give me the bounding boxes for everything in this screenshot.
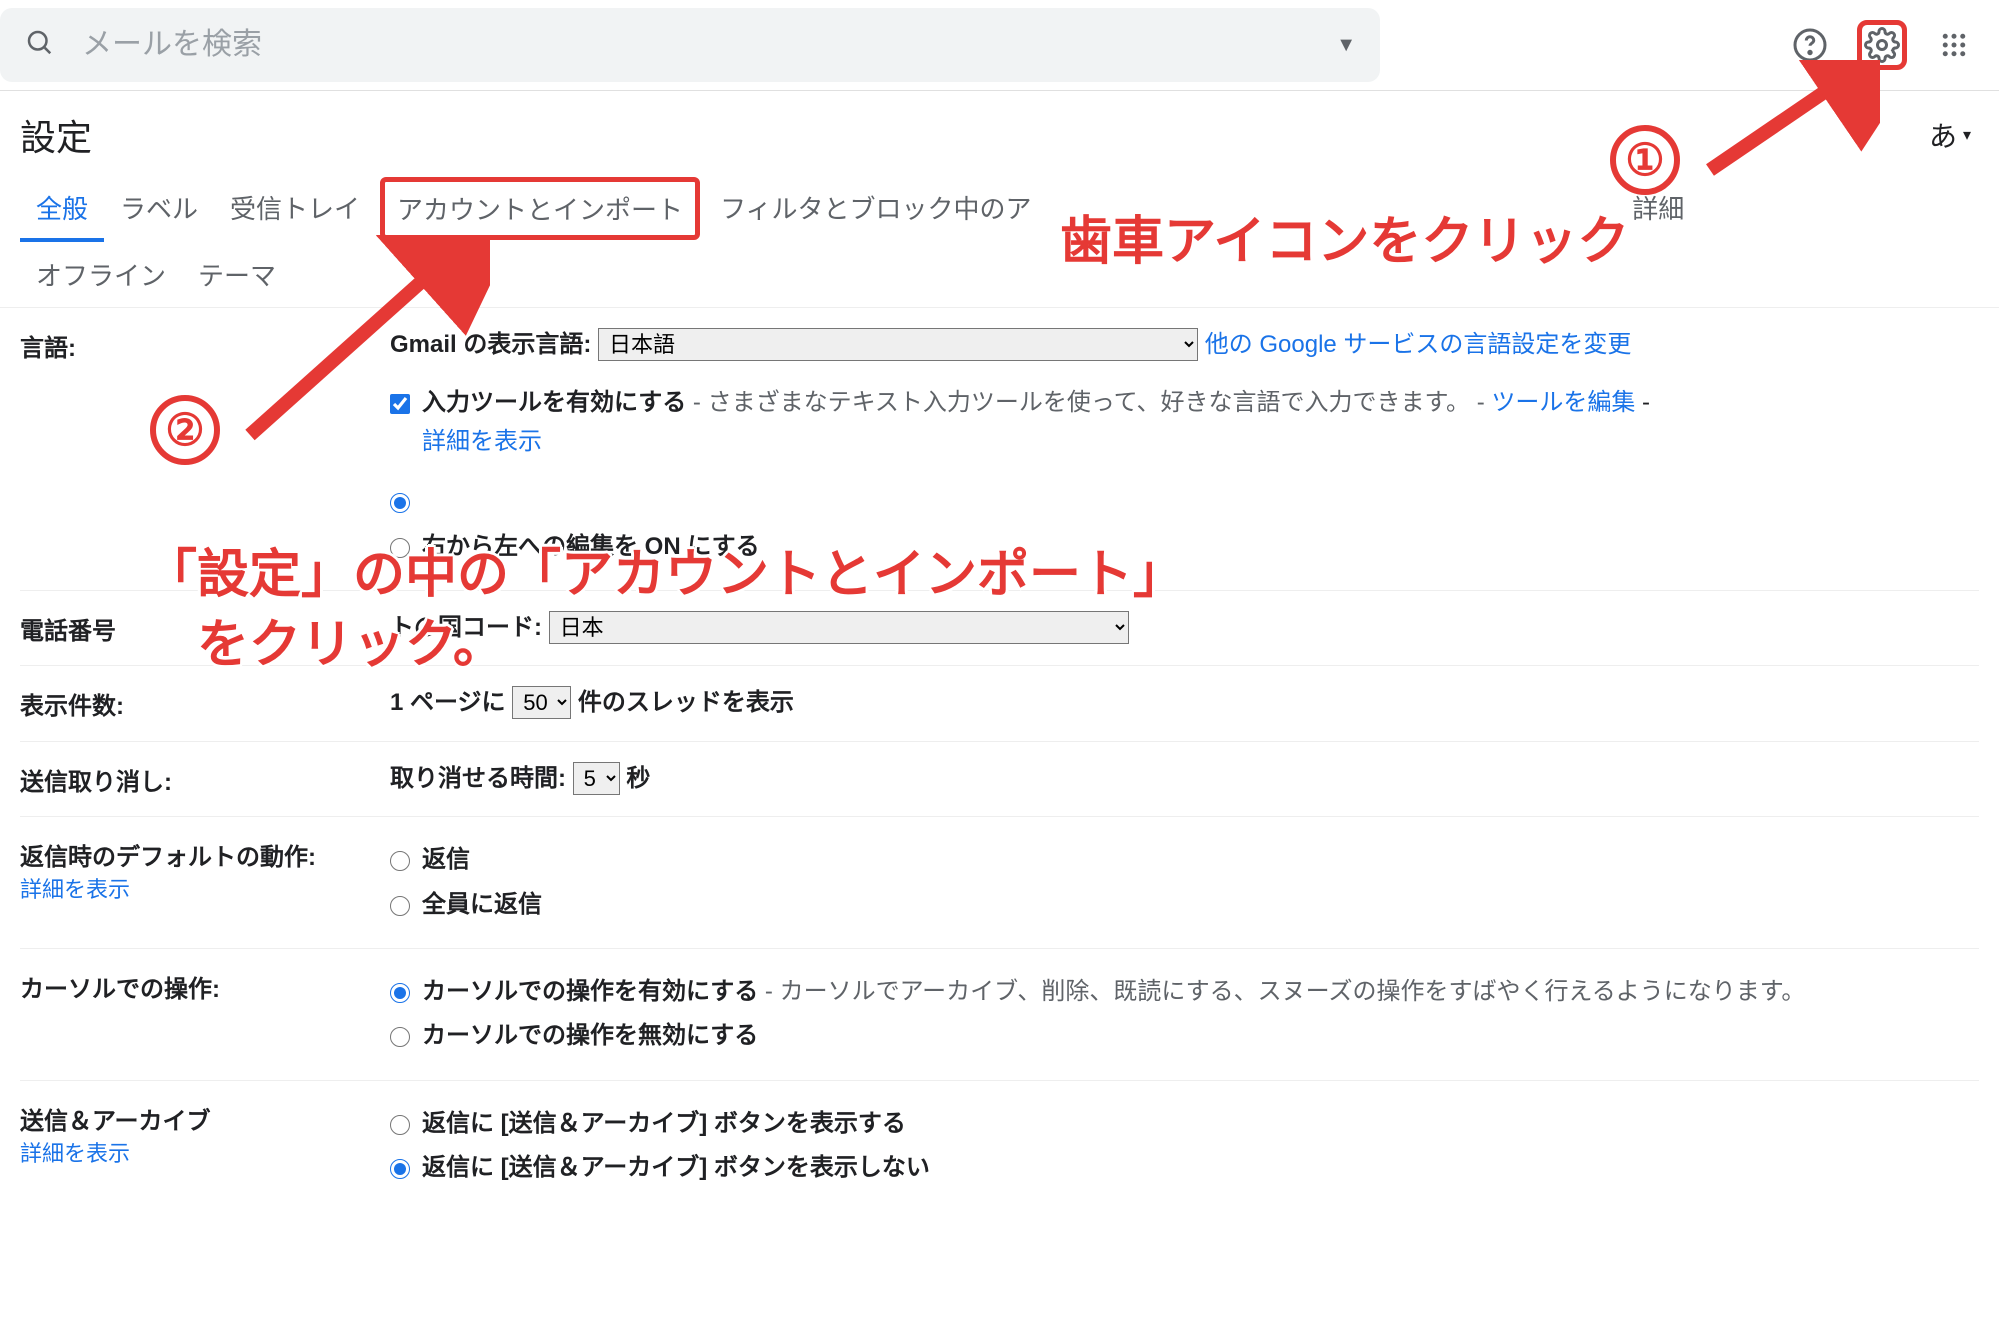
rtl-on-label: 右から左への編集を ON にする <box>422 528 760 566</box>
tab-filters[interactable]: フィルタとブロック中のア <box>704 175 1047 242</box>
row-phone: 電話番号 トの国コード: 日本 <box>20 591 1979 666</box>
hover-enable-label: カーソルでの操作を有効にする <box>422 978 758 1005</box>
country-code-select[interactable]: 日本 <box>549 611 1129 644</box>
undo-send-after: 秒 <box>626 765 650 792</box>
tab-general[interactable]: 全般 <box>20 175 104 242</box>
row-send-archive-label: 送信＆アーカイブ 詳細を表示 <box>20 1099 390 1168</box>
display-language-label: Gmail の表示言語: <box>390 331 591 358</box>
input-method-indicator[interactable]: あ ▾ <box>1929 115 1971 155</box>
undo-send-before: 取り消せる時間: <box>390 765 566 792</box>
send-archive-details-link[interactable]: 詳細を表示 <box>20 1141 130 1166</box>
apps-grid-icon[interactable] <box>1929 20 1979 70</box>
chevron-down-icon: ▾ <box>1963 125 1971 145</box>
display-language-select[interactable]: 日本語 <box>598 328 1198 361</box>
tab-advanced[interactable]: 詳細 <box>1616 175 1700 242</box>
settings-gear-button[interactable] <box>1857 20 1907 70</box>
country-code-label: トの国コード: <box>390 614 542 641</box>
settings-panel: 言語: Gmail の表示言語: 日本語 他の Google サービスの言語設定… <box>0 308 1999 1211</box>
row-undo-send-label: 送信取り消し: <box>20 760 390 797</box>
row-hover-actions: カーソルでの操作: カーソルでの操作を有効にする - カーソルでアーカイブ、削除… <box>20 949 1979 1081</box>
tab-themes[interactable]: テーマ <box>182 242 292 307</box>
search-options-caret-icon[interactable]: ▼ <box>1336 34 1356 57</box>
search-bar[interactable]: ▼ <box>0 8 1380 82</box>
title-row: 設定 あ ▾ <box>0 90 1999 175</box>
rtl-on-radio[interactable] <box>390 538 410 558</box>
tab-inbox[interactable]: 受信トレイ <box>214 175 376 242</box>
row-page-size-label: 表示件数: <box>20 684 390 721</box>
hover-enable-desc: - カーソルでアーカイブ、削除、既読にする、スヌーズの操作をすばやく行えるように… <box>758 978 1805 1005</box>
row-undo-send: 送信取り消し: 取り消せる時間: 5 秒 <box>20 742 1979 817</box>
row-default-reply-label: 返信時のデフォルトの動作: 詳細を表示 <box>20 835 390 904</box>
row-language-label: 言語: <box>20 326 390 363</box>
page-size-select[interactable]: 50 <box>512 686 571 719</box>
page-size-after: 件のスレッドを表示 <box>578 689 794 716</box>
page-size-before: 1 ページに <box>390 689 506 716</box>
reply-label: 返信 <box>422 841 470 879</box>
edit-tools-link[interactable]: ツールを編集 <box>1491 389 1635 416</box>
send-archive-hide-label: 返信に [送信＆アーカイブ] ボタンを表示しない <box>422 1149 930 1187</box>
undo-send-select[interactable]: 5 <box>573 762 620 795</box>
reply-details-link[interactable]: 詳細を表示 <box>20 877 130 902</box>
row-page-size: 表示件数: 1 ページに 50 件のスレッドを表示 <box>20 666 1979 741</box>
send-archive-show-label: 返信に [送信＆アーカイブ] ボタンを表示する <box>422 1105 906 1143</box>
row-language: 言語: Gmail の表示言語: 日本語 他の Google サービスの言語設定… <box>20 308 1979 591</box>
hover-disable-radio[interactable] <box>390 1027 410 1047</box>
hover-enable-radio[interactable] <box>390 983 410 1003</box>
reply-all-radio[interactable] <box>390 896 410 916</box>
enable-input-tools-checkbox[interactable] <box>390 394 410 414</box>
tab-offline[interactable]: オフライン <box>20 242 182 307</box>
enable-input-tools-label: 入力ツールを有効にする <box>422 389 686 416</box>
other-google-lang-link[interactable]: 他の Google サービスの言語設定を変更 <box>1205 331 1632 358</box>
tab-labels[interactable]: ラベル <box>104 175 214 242</box>
send-archive-show-radio[interactable] <box>390 1115 410 1135</box>
hover-disable-label: カーソルでの操作を無効にする <box>422 1017 758 1055</box>
search-input[interactable] <box>82 28 1336 62</box>
row-default-reply: 返信時のデフォルトの動作: 詳細を表示 返信 全員に返信 <box>20 817 1979 949</box>
input-tools-details-link[interactable]: 詳細を表示 <box>422 428 542 455</box>
help-button[interactable] <box>1785 20 1835 70</box>
row-hover-label: カーソルでの操作: <box>20 967 390 1004</box>
header-bar: ▼ <box>0 0 1999 90</box>
rtl-off-radio[interactable] <box>390 493 410 513</box>
search-icon <box>24 27 54 63</box>
settings-tabs: 全般 ラベル 受信トレイ アカウントとインポート フィルタとブロック中のア メー… <box>0 175 1999 308</box>
row-phone-label: 電話番号 <box>20 609 390 646</box>
row-send-archive: 送信＆アーカイブ 詳細を表示 返信に [送信＆アーカイブ] ボタンを表示する 返… <box>20 1081 1979 1212</box>
tab-accounts-import[interactable]: アカウントとインポート <box>380 177 700 240</box>
send-archive-hide-radio[interactable] <box>390 1159 410 1179</box>
reply-all-label: 全員に返信 <box>422 886 542 924</box>
page-title: 設定 <box>20 109 92 161</box>
header-actions <box>1785 20 1991 70</box>
input-tools-desc: - さまざまなテキスト入力ツールを使って、好きな言語で入力できます。 - <box>686 389 1491 416</box>
reply-radio[interactable] <box>390 851 410 871</box>
